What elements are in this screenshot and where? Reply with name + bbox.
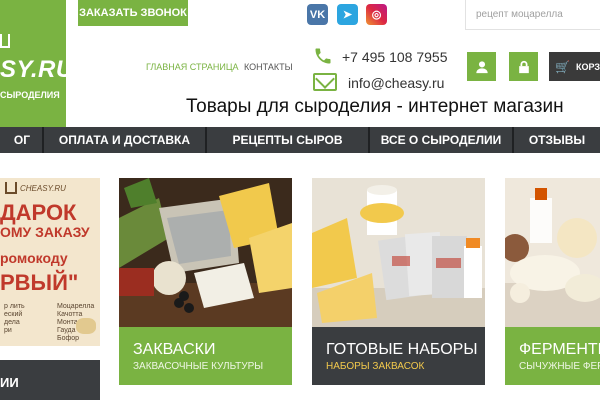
category-card-kits[interactable]: ГОТОВЫЕ НАБОРЫ НАБОРЫ ЗАКВАСОК — [312, 178, 485, 385]
instagram-icon[interactable]: ◎ — [366, 4, 387, 25]
card-title: ФЕРМЕНТЫ — [519, 341, 600, 358]
card-subtitle: НАБОРЫ ЗАКВАСОК — [326, 361, 425, 372]
cart-icon: 🛒 — [555, 59, 570, 74]
phone-number[interactable]: +7 495 108 7955 — [342, 49, 448, 65]
telegram-icon[interactable]: ➤ — [337, 4, 358, 25]
enzymes-image — [505, 178, 600, 327]
card-title: ГОТОВЫЕ НАБОРЫ — [326, 341, 478, 358]
menu-item-about-cheesemaking[interactable]: ВСЕ О СЫРОДЕЛИИ — [370, 127, 514, 153]
category-card-starters[interactable]: ЗАКВАСКИ ЗАКВАСОЧНЫЕ КУЛЬТУРЫ — [119, 178, 292, 385]
card-title: ЗАКВАСКИ — [133, 341, 216, 358]
starter-kits-image — [312, 178, 485, 327]
promo-decoration — [76, 318, 96, 334]
vk-icon[interactable]: VK — [307, 4, 328, 25]
logo-subtitle: СЫРОДЕЛИЯ — [0, 90, 60, 100]
promo-order-text: ОМУ ЗАКАЗУ — [0, 224, 90, 240]
search-input[interactable] — [466, 0, 600, 29]
site-tagline: Товары для сыроделия - интернет магазин — [186, 96, 564, 117]
promo-gift-text: ДАРОК — [0, 200, 77, 225]
cart-label: КОРЗ — [575, 61, 600, 72]
card-caption: ЗАКВАСКИ ЗАКВАСОЧНЫЕ КУЛЬТУРЫ — [119, 327, 292, 385]
promo-brand: CHEASY.RU — [20, 184, 66, 193]
page: SY.RU СЫРОДЕЛИЯ ЗАКАЗАТЬ ЗВОНОК VK ➤ ◎ Г… — [0, 0, 600, 400]
menu-item-catalog[interactable]: ОГ — [0, 127, 44, 153]
basket-icon — [5, 182, 17, 194]
menu-item-cheese-recipes[interactable]: РЕЦЕПТЫ СЫРОВ — [207, 127, 370, 153]
basket-icon — [0, 34, 10, 48]
promo-list-left: р лить еский дела ри — [4, 303, 25, 335]
category-card-enzymes[interactable]: ФЕРМЕНТЫ СЫЧУЖНЫЕ ФЕР — [505, 178, 600, 385]
nav-home-link[interactable]: ГЛАВНАЯ СТРАНИЦА — [146, 62, 239, 72]
promo-code-text: ромокоду — [0, 250, 68, 266]
card-caption: ГОТОВЫЕ НАБОРЫ НАБОРЫ ЗАКВАСОК — [312, 327, 485, 385]
promo-list-item: р лить — [4, 303, 25, 310]
logo-text: SY.RU — [0, 56, 74, 83]
order-call-button[interactable]: ЗАКАЗАТЬ ЗВОНОК — [78, 0, 188, 26]
phone-icon — [313, 46, 333, 66]
promo-list-item: ри — [4, 327, 12, 334]
main-menu: ОГ ОПЛАТА И ДОСТАВКА РЕЦЕПТЫ СЫРОВ ВСЕ О… — [0, 127, 600, 153]
site-logo[interactable]: SY.RU СЫРОДЕЛИЯ — [0, 0, 73, 127]
card-subtitle: ЗАКВАСОЧНЫЕ КУЛЬТУРЫ — [133, 361, 264, 372]
menu-item-payment-delivery[interactable]: ОПЛАТА И ДОСТАВКА — [44, 127, 207, 153]
login-button[interactable] — [509, 52, 538, 81]
promo-list-item: дела — [4, 319, 20, 326]
card-subtitle: СЫЧУЖНЫЕ ФЕР — [519, 361, 600, 372]
user-account-button[interactable] — [467, 52, 496, 81]
promo-list-item: еский — [4, 311, 23, 318]
promo-banner[interactable]: CHEASY.RU ДАРОК ОМУ ЗАКАЗУ ромокоду РВЫЙ… — [0, 178, 100, 346]
menu-item-reviews[interactable]: ОТЗЫВЫ — [514, 127, 600, 153]
cart-button[interactable]: 🛒 КОРЗ — [549, 52, 600, 81]
promo-code-value: РВЫЙ" — [0, 270, 79, 295]
nav-contacts-link[interactable]: КОНТАКТЫ — [244, 62, 293, 72]
promo-list-item: Бофор — [57, 335, 80, 342]
card-caption: ФЕРМЕНТЫ СЫЧУЖНЫЕ ФЕР — [505, 327, 600, 385]
lock-icon — [518, 60, 529, 73]
promo-list-item: Моцарелла — [57, 303, 95, 310]
search-box — [465, 0, 600, 30]
sidebar-category-header[interactable]: ИИ — [0, 360, 100, 400]
cheese-platter-image — [119, 178, 292, 327]
mail-icon — [313, 73, 337, 91]
email-address[interactable]: info@cheasy.ru — [348, 75, 444, 91]
user-icon — [475, 60, 488, 73]
